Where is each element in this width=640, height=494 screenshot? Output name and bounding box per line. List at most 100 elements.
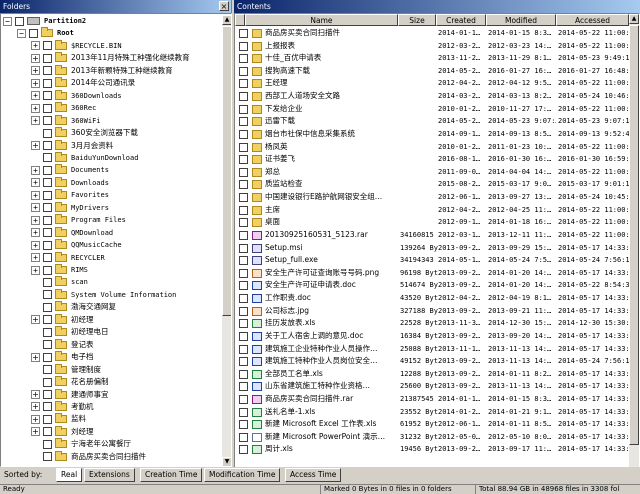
tree-item[interactable]: + RECYCLER <box>31 251 105 264</box>
file-checkbox[interactable] <box>239 394 248 404</box>
tree-item-checkbox[interactable] <box>43 103 52 113</box>
tree-item-checkbox[interactable] <box>43 228 52 238</box>
file-row[interactable]: 上报报表 2012-03-2… 2012-03-23 14:… 2014-05-22 … <box>235 40 629 53</box>
expand-toggle-icon[interactable]: + <box>31 41 40 51</box>
file-checkbox[interactable] <box>239 117 248 127</box>
expand-toggle-icon[interactable]: + <box>31 190 40 200</box>
file-checkbox[interactable] <box>239 294 248 304</box>
sort-tab-real[interactable]: Real <box>56 468 83 482</box>
tree-item-checkbox[interactable] <box>43 41 52 51</box>
file-row[interactable]: 安全生产许可证申请表.doc 514674 By… 2013-09-2… 2014-0… <box>235 279 629 292</box>
tree-item[interactable]: + Program Files <box>31 214 126 226</box>
file-row[interactable]: 商品房买卖合同扫描件.rar 21387545 … 2014-01-1… 2014-0… <box>235 393 629 406</box>
file-checkbox[interactable] <box>239 357 248 367</box>
tree-item[interactable]: + Documents <box>31 164 109 176</box>
file-row[interactable]: 西部工人道场安全文路 2014-03-2… 2014-03-13 8:2… 2014-… <box>235 90 629 103</box>
tree-item[interactable]: + MyDrivers <box>31 201 109 214</box>
file-row[interactable]: 关于工人宿舍上调的意见.doc 16384 Bytes2013-09-2… 2013… <box>235 330 629 343</box>
file-row[interactable]: 送礼名单-1.xls 23552 Bytes2014-01-2… 2014-01-2… <box>235 406 629 419</box>
file-checkbox[interactable] <box>239 54 248 64</box>
tree-item[interactable]: 登记表 <box>31 338 94 351</box>
expand-toggle-icon[interactable]: + <box>31 165 40 175</box>
file-row[interactable]: 王经理 2012-04-2… 2012-04-12 9:5… 2014-05-22 1… <box>235 77 629 90</box>
scrollbar-thumb[interactable] <box>222 26 231 316</box>
tree-item[interactable]: +3月月会资料 <box>31 139 113 152</box>
close-folders-pane-icon[interactable]: × <box>219 1 229 11</box>
file-row[interactable]: 建筑施工企业特种作业人员操作… 25088 Bytes2013-11-1… 2013… <box>235 343 629 356</box>
file-checkbox[interactable] <box>239 155 248 165</box>
tree-item-checkbox[interactable] <box>43 53 52 63</box>
file-row[interactable]: 安全生产许可证查询账号号码.png 96198 Bytes2013-09-2… 20… <box>235 267 629 280</box>
tree-item[interactable]: +360Rec <box>31 102 96 114</box>
expand-toggle-icon[interactable]: + <box>31 178 40 188</box>
tree-item-checkbox[interactable] <box>15 16 24 26</box>
sort-tab-extensions[interactable]: Extensions <box>84 468 135 482</box>
expand-toggle-icon[interactable]: − <box>17 28 26 38</box>
file-checkbox[interactable] <box>239 92 248 102</box>
file-row[interactable]: 新建 Microsoft PowerPoint 演示…31232 Bytes20… <box>235 431 629 444</box>
tree-item-checkbox[interactable] <box>43 66 52 76</box>
file-list-scrollbar[interactable]: ▲ ▼ <box>629 14 639 483</box>
file-row[interactable]: 搜狗高速下载 2014-05-2… 2016-01-27 16:… 2016-01-2… <box>235 65 629 78</box>
folder-tree-scrollbar[interactable]: ▲ ▼ <box>222 15 231 466</box>
file-checkbox[interactable] <box>239 319 248 329</box>
file-checkbox[interactable] <box>239 129 248 139</box>
file-row[interactable]: 郑总 2011-09-0… 2014-04-04 14:… 2014-05-22 11… <box>235 166 629 179</box>
tree-item[interactable]: +2014年公司通讯录 <box>31 77 135 89</box>
tree-item[interactable]: 初经理电日 <box>31 326 109 338</box>
file-row[interactable]: 杨凤英 2010-01-2… 2011-01-23 10:… 2014-05-22 1… <box>235 141 629 154</box>
file-checkbox[interactable] <box>239 256 248 266</box>
file-checkbox[interactable] <box>239 104 248 114</box>
tree-item[interactable]: − Partition2 <box>3 15 86 27</box>
tree-item[interactable]: + QQMusicCache <box>31 239 122 251</box>
tree-item-checkbox[interactable] <box>43 290 52 300</box>
tree-item[interactable]: BaiduYunDownload <box>31 151 138 164</box>
expand-toggle-icon[interactable]: + <box>31 427 40 437</box>
tree-item[interactable]: + 刘经理 <box>31 425 94 438</box>
tree-item[interactable]: + 监料 <box>31 413 86 425</box>
file-checkbox[interactable] <box>239 218 248 228</box>
tree-item-checkbox[interactable] <box>43 265 52 275</box>
tree-item-checkbox[interactable] <box>43 178 52 188</box>
checkbox-column-header[interactable] <box>235 14 245 26</box>
scroll-up-icon[interactable]: ▲ <box>629 14 639 24</box>
file-checkbox[interactable] <box>239 420 248 430</box>
scroll-down-icon[interactable]: ▼ <box>222 457 231 466</box>
tree-item[interactable]: +360WiFi <box>31 114 101 127</box>
expand-toggle-icon[interactable]: − <box>3 16 12 26</box>
file-list[interactable]: Name Size Created Modified Accessed 商品房买… <box>234 13 640 484</box>
tree-item[interactable]: System Volume Information <box>31 288 176 301</box>
tree-item-checkbox[interactable] <box>43 165 52 175</box>
tree-item[interactable]: + Favorites <box>31 189 109 201</box>
tree-item[interactable]: +2013年新颗特殊工种继续教育 <box>31 64 173 77</box>
file-row[interactable]: 挂历发放表.xls 22528 Bytes2013-11-3… 2014-12-30… <box>235 317 629 330</box>
expand-toggle-icon[interactable]: + <box>31 91 40 101</box>
expand-toggle-icon[interactable]: + <box>31 203 40 213</box>
file-checkbox[interactable] <box>239 407 248 417</box>
file-row[interactable]: 证书姜飞 2016-08-1… 2016-01-30 16:… 2016-01-30 … <box>235 153 629 166</box>
expand-toggle-icon[interactable]: + <box>31 402 40 412</box>
file-checkbox[interactable] <box>239 432 248 442</box>
file-checkbox[interactable] <box>239 281 248 291</box>
expand-toggle-icon[interactable]: + <box>31 240 40 250</box>
tree-item[interactable]: 花名册偏制 <box>31 376 109 388</box>
expand-toggle-icon[interactable]: + <box>31 228 40 238</box>
column-header-size[interactable]: Size <box>398 14 436 26</box>
expand-toggle-icon[interactable]: + <box>31 253 40 263</box>
file-checkbox[interactable] <box>239 445 248 455</box>
column-header-modified[interactable]: Modified <box>486 14 556 26</box>
tree-item-checkbox[interactable] <box>43 91 52 101</box>
tree-item[interactable]: + Downloads <box>31 176 109 189</box>
tree-item-checkbox[interactable] <box>43 215 52 225</box>
tree-item[interactable]: + 电子档 <box>31 351 94 363</box>
column-header-accessed[interactable]: Accessed <box>556 14 629 26</box>
tree-item[interactable]: scan <box>31 276 88 288</box>
file-row[interactable]: 迅雷下载 2014-05-2… 2014-05-23 9:07:… 2014-05-2… <box>235 115 629 128</box>
tree-item-checkbox[interactable] <box>43 414 52 424</box>
file-row[interactable]: 下发给企业 2010-01-2… 2010-11-27 17:… 2014-05-22… <box>235 103 629 116</box>
file-checkbox[interactable] <box>239 331 248 341</box>
expand-toggle-icon[interactable]: + <box>31 141 40 150</box>
tree-item-checkbox[interactable] <box>43 190 52 200</box>
expand-toggle-icon[interactable]: + <box>31 265 40 275</box>
tree-item[interactable]: +2013年11月特殊工种强化继续教育 <box>31 52 190 64</box>
